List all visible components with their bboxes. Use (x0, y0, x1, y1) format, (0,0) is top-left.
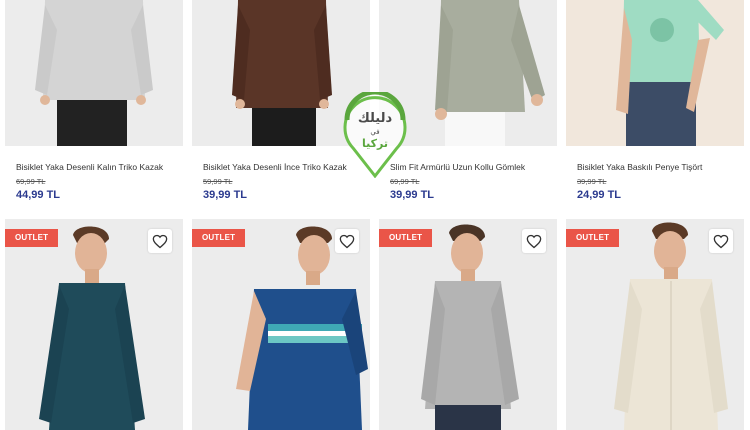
old-price: 69,99 TL (16, 177, 46, 186)
heart-icon (339, 234, 355, 248)
old-price: 69,99 TL (390, 177, 420, 186)
old-price: 59,99 TL (203, 177, 233, 186)
product-photo (566, 0, 744, 146)
product-title[interactable]: Bisiklet Yaka Desenli İnce Triko Kazak (203, 162, 347, 172)
outlet-badge: OUTLET (5, 229, 59, 247)
old-price: 39,99 TL (577, 177, 607, 186)
product-card[interactable]: OUTLET (566, 219, 744, 430)
price: 44,99 TL (16, 189, 61, 201)
product-title[interactable]: Bisiklet Yaka Baskılı Penye Tişört (577, 162, 702, 172)
heart-icon (152, 234, 168, 248)
product-card[interactable]: Bisiklet Yaka Baskılı Penye Tişört 39,99… (566, 0, 744, 215)
favorite-button[interactable] (709, 229, 733, 253)
price: 39,99 TL (390, 189, 435, 201)
product-photo (5, 0, 183, 146)
product-card[interactable]: Bisiklet Yaka Desenli Kalın Triko Kazak … (5, 0, 183, 215)
price: 39,99 TL (203, 189, 248, 201)
price: 24,99 TL (577, 189, 622, 201)
product-card[interactable]: OUTLET (5, 219, 183, 430)
product-title[interactable]: Bisiklet Yaka Desenli Kalın Triko Kazak (16, 162, 163, 172)
product-image[interactable] (566, 0, 744, 146)
watermark-line3: تركيا (362, 137, 388, 150)
product-card[interactable]: OUTLET (192, 219, 370, 430)
product-image[interactable] (5, 0, 183, 146)
product-card[interactable]: OUTLET (379, 219, 557, 430)
outlet-badge: OUTLET (192, 229, 246, 247)
watermark-logo: دليلك في تركيا (339, 89, 411, 179)
map-pin-icon: دليلك في تركيا (343, 89, 407, 179)
outlet-badge: OUTLET (379, 229, 433, 247)
heart-icon (713, 234, 729, 248)
favorite-button[interactable] (148, 229, 172, 253)
outlet-badge: OUTLET (566, 229, 620, 247)
watermark-line1: دليلك (358, 111, 393, 126)
heart-icon (526, 234, 542, 248)
product-grid: Bisiklet Yaka Desenli Kalın Triko Kazak … (0, 0, 750, 430)
watermark-line2: في (370, 128, 379, 136)
favorite-button[interactable] (522, 229, 546, 253)
favorite-button[interactable] (335, 229, 359, 253)
